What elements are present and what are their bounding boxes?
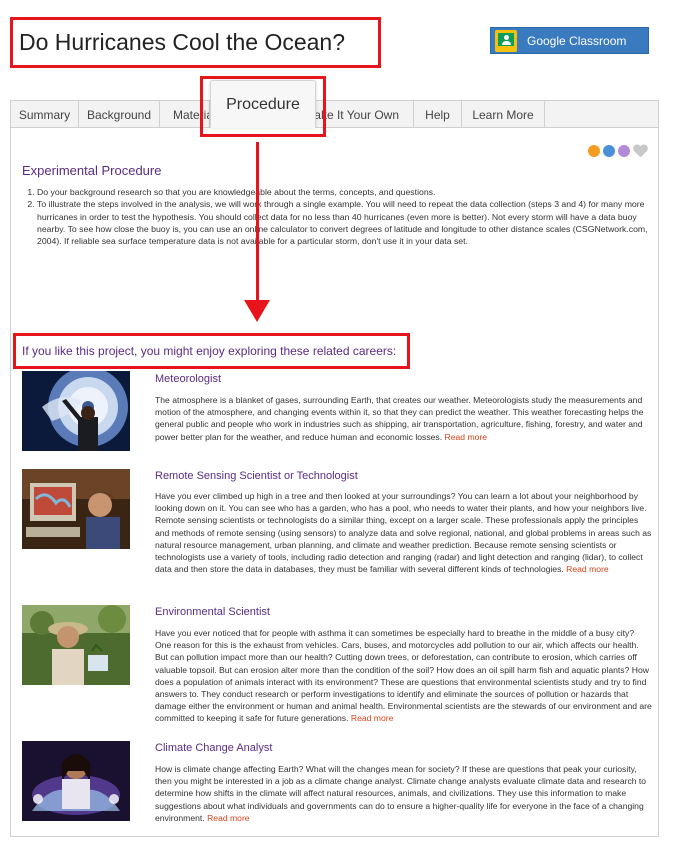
arrow-shaft [256,142,259,302]
arrow-down-icon [244,300,270,322]
email-icon[interactable] [618,145,630,157]
tab-help[interactable]: Help [414,101,462,128]
tab-summary[interactable]: Summary [11,101,79,128]
career-description-text: Have you ever noticed that for people wi… [155,628,652,724]
career-title-climate-change-analyst[interactable]: Climate Change Analyst [155,742,272,754]
career-description: Have you ever noticed that for people wi… [155,627,652,725]
tool-icons [588,145,647,157]
career-description: Have you ever climbed up high in a tree … [155,490,652,575]
tab-background[interactable]: Background [79,101,160,128]
google-classroom-icon [495,29,517,52]
career-description: The atmosphere is a blanket of gases, su… [155,394,652,443]
google-classroom-label: Google Classroom [527,33,627,48]
remote-sensing-image[interactable] [22,469,130,549]
career-description: How is climate change affecting Earth? W… [155,763,652,824]
procedure-step: Do your background research so that you … [37,186,651,198]
tab-learn-more[interactable]: Learn More [462,101,545,128]
procedure-list: Do your background research so that you … [37,186,651,247]
favorite-heart-icon[interactable] [633,145,647,157]
tab-make-it-your-own[interactable]: Make It Your Own [316,101,414,128]
career-title-meteorologist[interactable]: Meteorologist [155,373,221,385]
careers-heading: If you like this project, you might enjo… [22,344,397,358]
career-description-text: Have you ever climbed up high in a tree … [155,491,652,575]
climate-change-analyst-image[interactable] [22,741,130,821]
procedure-step: To illustrate the steps involved in the … [37,198,651,247]
career-description-text: The atmosphere is a blanket of gases, su… [155,395,644,442]
google-classroom-button[interactable]: Google Classroom [490,27,649,54]
career-title-remote-sensing[interactable]: Remote Sensing Scientist or Technologist [155,470,358,482]
read-more-link[interactable]: Read more [566,564,609,574]
read-more-link[interactable]: Read more [351,713,394,723]
environmental-scientist-image[interactable] [22,605,130,685]
procedure-highlight-box [200,76,326,137]
meteorologist-image[interactable] [22,371,130,451]
read-more-link[interactable]: Read more [445,432,488,442]
read-more-link[interactable]: Read more [207,813,250,823]
career-title-environmental-scientist[interactable]: Environmental Scientist [155,606,270,618]
page-title: Do Hurricanes Cool the Ocean? [19,29,345,55]
share-icon[interactable] [588,145,600,157]
google-icon[interactable] [603,145,615,157]
procedure-heading: Experimental Procedure [22,163,162,178]
